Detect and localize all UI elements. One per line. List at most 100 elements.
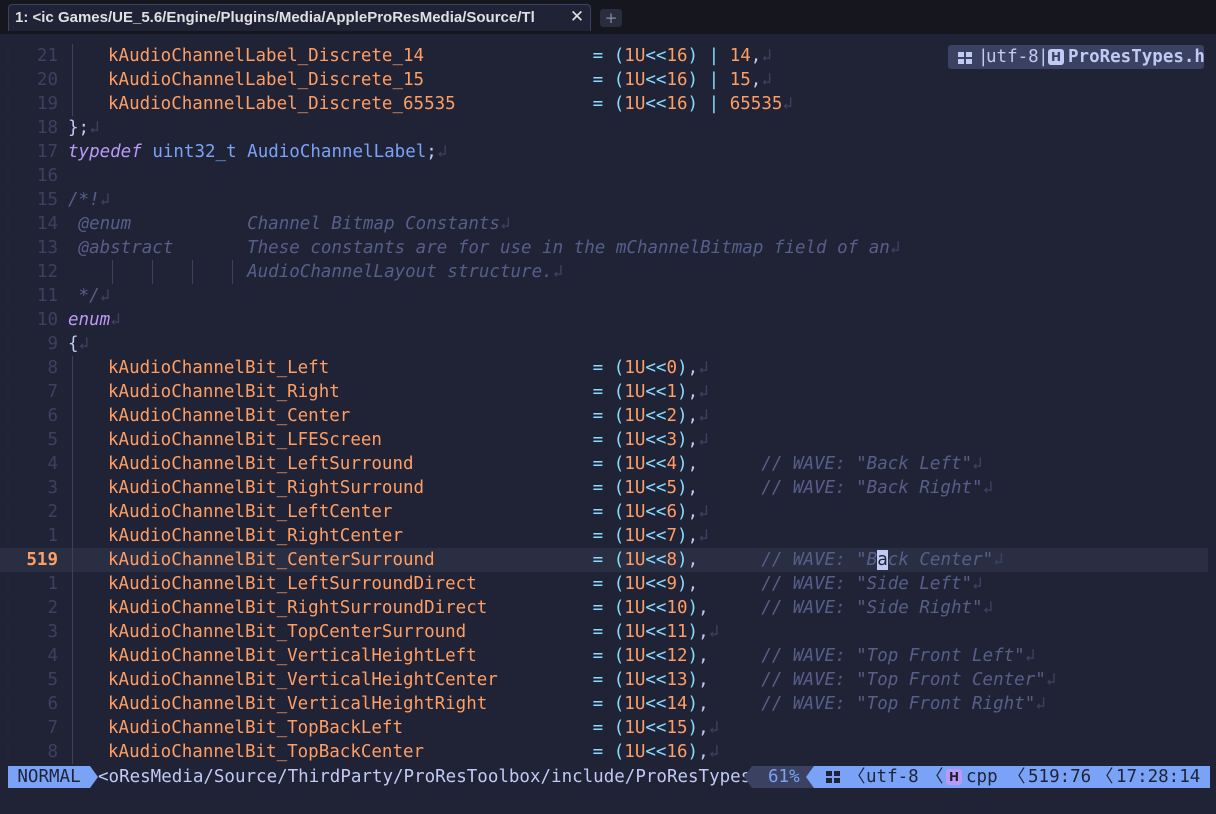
code-line[interactable]: ⋮ 9 {↲ xyxy=(0,332,1208,356)
code-token: @enum Channel Bitmap Constants xyxy=(68,214,500,234)
code-token: */ xyxy=(68,286,100,306)
line-number: 8 xyxy=(47,358,58,378)
code-token: ↲ xyxy=(499,214,511,234)
code-line[interactable]: ⋮ 5 kAudioChannelBit_LFEScreen = (1U<<3),↲ xyxy=(0,428,1208,452)
code-token: , xyxy=(687,550,762,570)
code-token: ↲ xyxy=(698,502,709,522)
code-token: << xyxy=(645,646,667,666)
code-line[interactable]: ⋮ 3 kAudioChannelBit_RightSurround = (1U<<… xyxy=(0,476,1208,500)
code-line[interactable]: ⋮ 6 kAudioChannelBit_VerticalHeightRight =… xyxy=(0,692,1208,716)
code-token: << xyxy=(645,718,667,738)
code-token: , xyxy=(750,70,762,90)
code-token: 5 xyxy=(666,478,677,498)
indent-guide xyxy=(72,44,73,68)
close-icon[interactable]: ✕ xyxy=(566,4,588,30)
code-token: ( xyxy=(613,478,625,498)
code-token: ( xyxy=(613,358,625,378)
code-line[interactable]: ⋮ 10 enum↲ xyxy=(0,308,1208,332)
code-token: kAudioChannelBit_VerticalHeightCenter xyxy=(108,670,498,690)
code-text: kAudioChannelBit_LeftSurroundDirect = (1… xyxy=(108,572,983,596)
code-token: // WAVE: "B xyxy=(761,550,878,570)
code-line[interactable]: ⋮ 13 @abstract These constants are for us… xyxy=(0,236,1208,260)
code-line[interactable]: ⋮ 18};↲ xyxy=(0,116,1208,140)
code-line[interactable]: ⋮ 16 xyxy=(0,164,1208,188)
code-token: kAudioChannelBit_RightCenter xyxy=(108,526,404,546)
code-token: kAudioChannelLabel_Discrete_15 xyxy=(108,70,425,90)
code-token: , xyxy=(698,694,762,714)
command-line[interactable] xyxy=(0,790,1216,814)
code-token: 15 xyxy=(729,70,751,90)
code-line[interactable]: ⋮ 2 kAudioChannelBit_RightSurroundDirect =… xyxy=(0,596,1208,620)
code-token: ) xyxy=(677,454,688,474)
code-token: | xyxy=(708,70,720,90)
line-number: 11 xyxy=(36,286,58,306)
code-token: ; xyxy=(426,142,437,162)
code-token: ↲ xyxy=(552,262,564,282)
indent-guide xyxy=(72,572,73,596)
code-token: ↲ xyxy=(708,622,720,642)
code-line[interactable]: ⋮ 3 kAudioChannelBit_TopCenterSurround = (… xyxy=(0,620,1208,644)
code-token: ) xyxy=(687,70,699,90)
code-text: kAudioChannelBit_RightCenter = (1U<<7),↲ xyxy=(108,524,709,548)
code-token: 14 xyxy=(729,46,751,66)
code-token: 1U xyxy=(624,574,646,594)
code-line[interactable]: ⋮ 1 kAudioChannelBit_LeftSurroundDirect = … xyxy=(0,572,1208,596)
code-token: ( xyxy=(613,94,625,114)
code-token: 1U xyxy=(624,598,646,618)
code-token: ( xyxy=(613,718,625,738)
badge-filename: ProResTypes.h xyxy=(1068,47,1205,67)
code-line[interactable]: ⋮ 17 typedef uint32_t AudioChannelLabel;↲ xyxy=(0,140,1208,164)
tab-active[interactable]: 1: <ic Games/UE_5.6/Engine/Plugins/Media… xyxy=(8,4,591,31)
code-line[interactable]: ⋮ 6 kAudioChannelBit_Center = (1U<<2),↲ xyxy=(0,404,1208,428)
code-line[interactable]: ⋮ 12 AudioChannelLayout structure.↲ xyxy=(0,260,1208,284)
code-line[interactable]: ⋮ 7 kAudioChannelBit_TopBackLeft = (1U<<15… xyxy=(0,716,1208,740)
code-token: = xyxy=(592,718,604,738)
code-token: << xyxy=(645,94,667,114)
code-token: kAudioChannelBit_LFEScreen xyxy=(108,430,382,450)
separator: 〈 xyxy=(848,767,866,787)
code-token: 16 xyxy=(666,742,688,762)
code-line[interactable]: ⋮ 2 kAudioChannelBit_LeftCenter = (1U<<6),… xyxy=(0,500,1208,524)
new-tab-button[interactable]: + xyxy=(600,9,622,27)
code-line[interactable]: ⋮ 11 */↲ xyxy=(0,284,1208,308)
segment-separator xyxy=(806,766,814,788)
code-line[interactable]: ⋮ 7 kAudioChannelBit_Right = (1U<<1),↲ xyxy=(0,380,1208,404)
code-text: kAudioChannelBit_LeftCenter = (1U<<6),↲ xyxy=(108,500,709,524)
code-token: kAudioChannelBit_VerticalHeightRight xyxy=(108,694,488,714)
code-line[interactable]: ⋮ 20 kAudioChannelLabel_Discrete_15 = (1U<… xyxy=(0,68,1208,92)
code-line[interactable]: ⋮ 1 kAudioChannelBit_RightCenter = (1U<<7)… xyxy=(0,524,1208,548)
code-line[interactable]: ⋮ 15/*!↲ xyxy=(0,188,1208,212)
code-token: ↲ xyxy=(982,598,994,618)
code-token: kAudioChannelBit_VerticalHeightLeft xyxy=(108,646,477,666)
code-line[interactable]: ⋮ 8 kAudioChannelBit_TopBackCenter = (1U<<… xyxy=(0,740,1208,764)
code-line[interactable]: ⋮ 5 kAudioChannelBit_VerticalHeightCenter … xyxy=(0,668,1208,692)
code-token: uint32_t xyxy=(152,142,237,162)
code-token: , xyxy=(687,502,699,522)
code-line[interactable]: ⋮ 14 @enum Channel Bitmap Constants↲ xyxy=(0,212,1208,236)
line-number: 17 xyxy=(36,142,58,162)
code-line[interactable]: ⋮ 4 kAudioChannelBit_LeftSurround = (1U<<4… xyxy=(0,452,1208,476)
code-token: , xyxy=(698,718,709,738)
code-editor[interactable]: ⋮ 21 kAudioChannelLabel_Discrete_14 = (1U<… xyxy=(0,44,1216,764)
code-token: ) xyxy=(687,622,699,642)
info-segment: 〈 utf-8 〈 H cpp 〈 519:76 〈 17:28:14 xyxy=(806,766,1210,788)
code-token: ( xyxy=(613,382,625,402)
code-line[interactable]: ⋮ 19 kAudioChannelLabel_Discrete_65535 = (… xyxy=(0,92,1208,116)
code-token: ) xyxy=(687,694,699,714)
code-token: ( xyxy=(613,550,625,570)
code-line[interactable]: ⋮ 8 kAudioChannelBit_Left = (1U<<0),↲ xyxy=(0,356,1208,380)
code-token: << xyxy=(645,382,667,402)
code-line[interactable]: ⋮ 4 kAudioChannelBit_VerticalHeightLeft = … xyxy=(0,644,1208,668)
current-line[interactable]: ⋮ 519 kAudioChannelBit_CenterSurround = (1… xyxy=(0,548,1208,572)
code-text: kAudioChannelLabel_Discrete_15 = (1U<<16… xyxy=(108,68,772,92)
code-token: ck Center" xyxy=(887,550,994,570)
code-token: ( xyxy=(613,454,625,474)
